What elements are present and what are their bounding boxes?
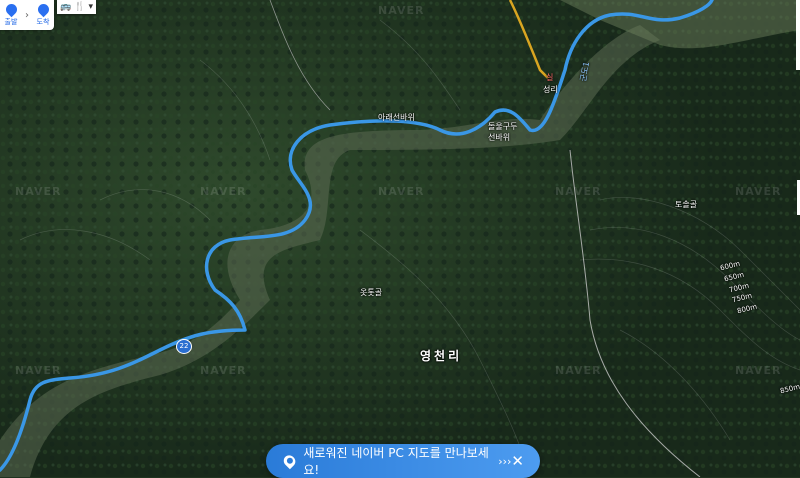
route-separator-icon: › bbox=[25, 9, 29, 21]
place-label-arae-seonbawi: 아래선바위 bbox=[378, 113, 415, 122]
place-label-dole: 돌울구두 bbox=[488, 122, 518, 131]
place-label-tosulgol: 토솔골 bbox=[675, 200, 698, 209]
naver-watermark: NAVER bbox=[735, 364, 782, 377]
bus-icon[interactable]: 🚌 bbox=[60, 2, 71, 12]
end-button[interactable]: 도착 bbox=[32, 0, 54, 30]
restaurant-icon[interactable]: 🍴 bbox=[74, 2, 85, 12]
naver-watermark: NAVER bbox=[735, 185, 782, 198]
dropdown-icon[interactable]: ▾ bbox=[88, 2, 93, 12]
end-pin-icon bbox=[35, 1, 51, 17]
naver-watermark: NAVER bbox=[378, 185, 425, 198]
naver-watermark: NAVER bbox=[15, 364, 62, 377]
new-map-promo-banner[interactable]: 새로워진 네이버 PC 지도를 만나보세요! ››› ✕ bbox=[266, 444, 540, 478]
naver-watermark: NAVER bbox=[200, 185, 247, 198]
naver-watermark: NAVER bbox=[15, 185, 62, 198]
banner-text: 새로워진 네이버 PC 지도를 만나보세요! bbox=[303, 446, 489, 477]
place-label-seongri: 성리 bbox=[543, 85, 558, 94]
naver-watermark: NAVER bbox=[378, 4, 425, 17]
start-label: 출발 bbox=[4, 17, 18, 26]
place-label-seonbawi: 선바위 bbox=[488, 133, 511, 142]
start-button[interactable]: 출발 bbox=[0, 0, 22, 30]
right-panel-edge bbox=[796, 0, 800, 70]
directions-toolbar: 출발 › 도착 bbox=[0, 0, 54, 30]
end-label: 도착 bbox=[36, 17, 50, 26]
start-pin-icon bbox=[3, 1, 19, 17]
naver-watermark: NAVER bbox=[555, 185, 602, 198]
banner-arrows-icon: ››› bbox=[498, 454, 512, 468]
location-pin-icon bbox=[281, 452, 298, 470]
naver-watermark: NAVER bbox=[200, 364, 247, 377]
close-icon[interactable]: ✕ bbox=[511, 452, 524, 470]
category-iconbar: 🚌 🍴 ▾ bbox=[57, 0, 96, 14]
satellite-map[interactable] bbox=[0, 0, 800, 477]
road-22-shield: 22 bbox=[176, 339, 192, 354]
naver-watermark: NAVER bbox=[555, 364, 602, 377]
place-label-ottonggol: 옷톳골 bbox=[360, 288, 383, 297]
place-label-sil: 실 bbox=[546, 73, 554, 82]
place-label-yeongcheonri: 영천리 bbox=[420, 349, 463, 363]
